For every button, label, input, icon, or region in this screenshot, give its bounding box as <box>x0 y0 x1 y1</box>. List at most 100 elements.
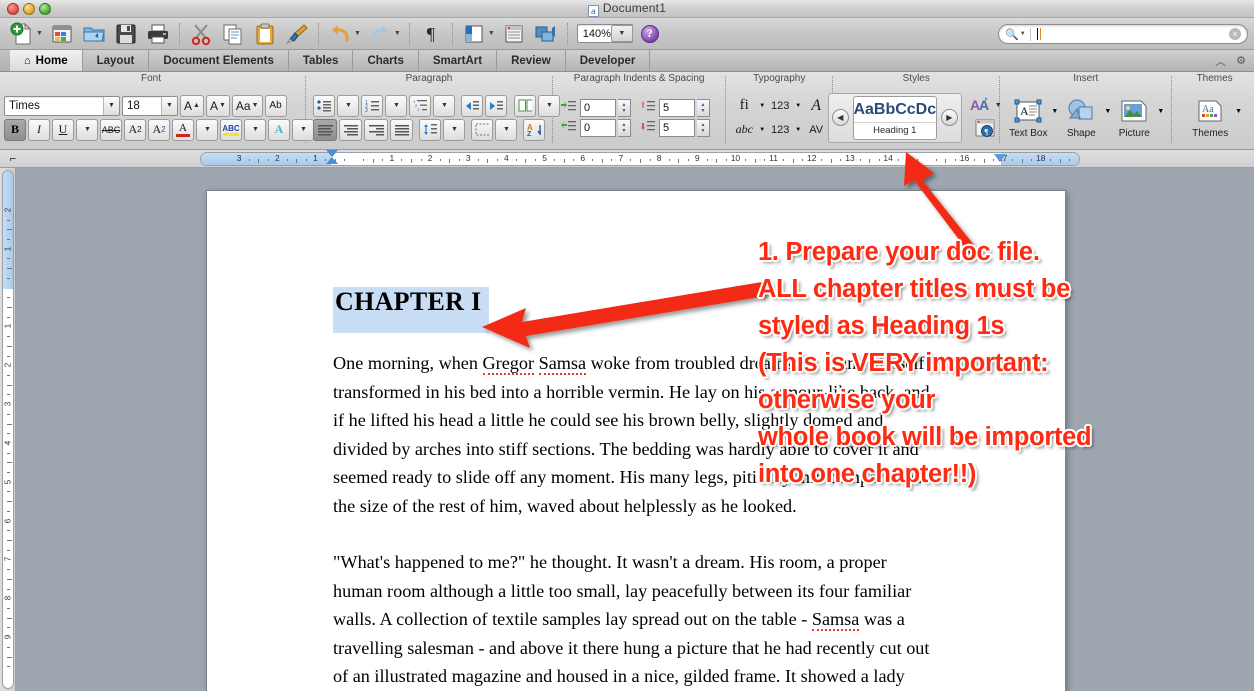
chevron-right-icon[interactable]: ▶ <box>940 109 958 126</box>
chevron-down-icon[interactable]: ▼ <box>394 30 401 37</box>
vertical-ruler[interactable]: 2 1 1 2 3 4 5 6 7 8 9 <box>0 168 16 691</box>
save-button[interactable] <box>110 19 142 49</box>
chevron-down-icon[interactable]: ▼ <box>1104 108 1111 115</box>
font-size-select[interactable]: 18 ▼ <box>122 95 178 116</box>
gear-icon[interactable]: ⚙ <box>1236 54 1246 67</box>
strikethrough-button[interactable]: ABC <box>100 118 122 141</box>
bold-button[interactable]: B <box>4 118 26 141</box>
paste-button[interactable] <box>249 19 281 49</box>
chevron-down-icon[interactable]: ▼ <box>1235 108 1242 115</box>
multilevel-list-dropdown-icon[interactable]: ▼ <box>433 94 455 117</box>
clear-x-icon[interactable]: × <box>1229 28 1241 40</box>
search-magnifier-icon[interactable]: 🔍 <box>1005 28 1019 41</box>
space-after-stepper[interactable]: ▲ ▼ <box>697 118 710 137</box>
toolbox-button[interactable] <box>530 19 562 49</box>
tab-tables[interactable]: Tables <box>288 50 354 71</box>
align-left-button[interactable] <box>313 118 337 141</box>
insert-picture-button[interactable]: Picture <box>1113 97 1155 139</box>
number-spacing-button[interactable]: 123 <box>769 119 791 141</box>
chevron-up-icon[interactable]: ︿ <box>1215 53 1226 69</box>
chevron-down-icon[interactable]: ▼ <box>103 96 119 115</box>
document-canvas[interactable]: CHAPTER I One morning, when Gregor Samsa… <box>16 168 1254 691</box>
search-input[interactable]: 🔍 ▼ × <box>998 24 1248 44</box>
line-spacing-dropdown-icon[interactable]: ▼ <box>443 118 465 141</box>
tab-layout[interactable]: Layout <box>82 50 150 71</box>
chapter-heading[interactable]: CHAPTER I <box>333 287 490 333</box>
tab-document-elements[interactable]: Document Elements <box>149 50 289 71</box>
tab-developer[interactable]: Developer <box>565 50 651 71</box>
template-gallery-button[interactable] <box>46 19 78 49</box>
kerning-button[interactable]: AV <box>805 119 827 141</box>
ligatures-button[interactable]: fi <box>733 95 755 117</box>
grow-font-button[interactable]: A ▲ <box>180 94 204 117</box>
cut-button[interactable] <box>185 19 217 49</box>
first-line-indent-marker[interactable] <box>326 150 338 157</box>
justify-button[interactable] <box>389 118 413 141</box>
bulleted-list-dropdown-icon[interactable]: ▼ <box>337 94 359 117</box>
number-style-button[interactable]: 123 <box>769 95 791 117</box>
chevron-down-icon[interactable]: ▼ <box>488 30 495 37</box>
decrease-indent-button[interactable] <box>461 94 483 117</box>
hanging-indent-marker[interactable] <box>326 157 338 164</box>
document-page[interactable]: CHAPTER I One morning, when Gregor Samsa… <box>206 190 1066 691</box>
columns-button[interactable] <box>514 94 536 117</box>
chevron-down-icon[interactable]: ▼ <box>161 96 177 115</box>
document-paragraph-1[interactable]: One morning, when Gregor Samsa woke from… <box>333 349 939 520</box>
highlight-button[interactable]: ABC <box>220 118 242 141</box>
text-effects-button[interactable]: A <box>268 118 290 141</box>
italic-button[interactable]: I <box>28 118 50 141</box>
multilevel-list-button[interactable]: 121 <box>409 94 431 117</box>
chevron-down-icon[interactable]: ▼ <box>252 102 259 109</box>
borders-dropdown-icon[interactable]: ▼ <box>495 118 517 141</box>
numbered-list-button[interactable]: 123 <box>361 94 383 117</box>
small-caps-button[interactable]: abc <box>733 119 755 141</box>
new-document-button[interactable]: ▼ <box>6 19 46 49</box>
undo-button[interactable]: ▼ <box>324 19 364 49</box>
numbered-list-dropdown-icon[interactable]: ▼ <box>385 94 407 117</box>
left-indent-stepper[interactable]: ▲ ▼ <box>618 98 631 117</box>
tab-review[interactable]: Review <box>497 50 566 71</box>
tab-charts[interactable]: Charts <box>353 50 419 71</box>
chevron-down-icon[interactable]: ▼ <box>36 30 43 37</box>
highlight-dropdown-icon[interactable]: ▼ <box>244 118 266 141</box>
show-formatting-button[interactable]: ¶ <box>415 19 447 49</box>
zoom-dropdown-icon[interactable]: ▼ <box>610 25 633 42</box>
open-button[interactable] <box>78 19 110 49</box>
shrink-font-button[interactable]: A ▼ <box>205 94 230 117</box>
underline-options-icon[interactable]: ▼ <box>76 118 98 141</box>
format-painter-button[interactable] <box>281 19 313 49</box>
borders-button[interactable] <box>471 118 493 141</box>
clear-formatting-button[interactable]: Ab <box>264 94 287 117</box>
insert-text-box-button[interactable]: A Text Box <box>1007 97 1049 139</box>
chevron-down-icon[interactable]: ▼ <box>354 30 361 37</box>
chevron-left-icon[interactable]: ◀ <box>831 109 849 126</box>
zoom-control[interactable]: 140% ▼ <box>576 24 633 43</box>
stylistic-sets-button[interactable]: A <box>805 95 827 117</box>
chevron-down-icon[interactable]: ▼ <box>1157 108 1164 115</box>
space-after-input[interactable]: 5 <box>659 118 695 137</box>
tab-stop-selector-icon[interactable]: ⌐ <box>2 151 24 167</box>
superscript-button[interactable]: A2 <box>124 118 146 141</box>
horizontal-ruler[interactable]: ⌐ 3 2 1 1 2 3 4 5 6 7 8 9 10 11 12 13 14 16 17 18 <box>0 150 1254 168</box>
styles-pane-button[interactable]: ¶ <box>972 119 1000 141</box>
tab-smartart[interactable]: SmartArt <box>418 50 498 71</box>
space-before-input[interactable]: 5 <box>659 98 695 117</box>
chevron-down-icon[interactable]: ▼ <box>795 127 801 133</box>
manage-styles-button[interactable]: AA ▼ <box>967 94 1005 116</box>
increase-indent-button[interactable] <box>485 94 507 117</box>
subscript-button[interactable]: A2 <box>148 118 170 141</box>
chevron-down-icon[interactable]: ▼ <box>795 103 801 109</box>
themes-button[interactable]: Aa Themes <box>1187 97 1233 139</box>
media-browser-button[interactable] <box>498 19 530 49</box>
style-heading1-card[interactable]: AaBbCcDc Heading 1 <box>852 95 937 140</box>
document-paragraph-2[interactable]: "What's happened to me?" he thought. It … <box>333 548 939 691</box>
copy-button[interactable] <box>217 19 249 49</box>
sidebar-toggle-button[interactable]: ▼ <box>458 19 498 49</box>
left-indent-input[interactable]: 0 <box>580 98 616 117</box>
font-color-dropdown-icon[interactable]: ▼ <box>196 118 218 141</box>
vertical-ruler-strip[interactable]: 2 1 1 2 3 4 5 6 7 8 9 <box>2 170 14 689</box>
space-before-stepper[interactable]: ▲ ▼ <box>697 98 710 117</box>
right-indent-input[interactable]: 0 <box>580 118 616 137</box>
align-right-button[interactable] <box>364 118 388 141</box>
right-indent-stepper[interactable]: ▲ ▼ <box>618 118 631 137</box>
